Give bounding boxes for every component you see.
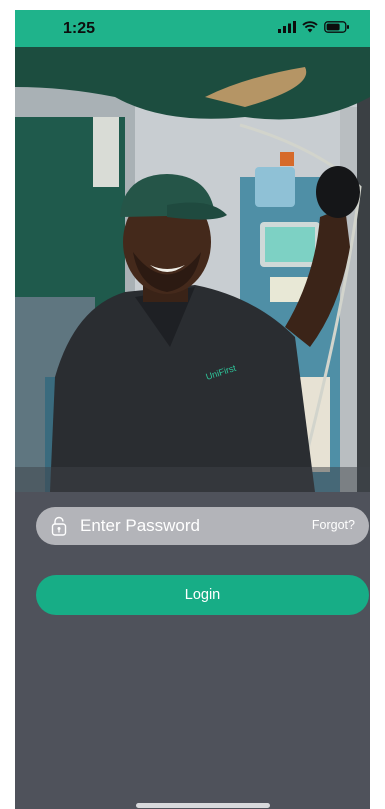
status-bar: 1:25 xyxy=(15,10,370,47)
home-indicator[interactable] xyxy=(136,803,270,808)
status-time: 1:25 xyxy=(63,20,96,37)
hero-image: UniFirst xyxy=(15,47,370,492)
status-icons xyxy=(278,21,350,33)
wifi-icon xyxy=(302,21,318,33)
forgot-password-link[interactable]: Forgot? xyxy=(312,518,355,532)
password-field[interactable]: Forgot? xyxy=(36,507,369,545)
worker-photo: UniFirst xyxy=(15,47,370,492)
signal-icon xyxy=(278,21,296,33)
phone-screen: 1:25 UniFirst Forgot? Login xyxy=(15,10,370,809)
lock-icon xyxy=(51,516,67,536)
login-button[interactable]: Login xyxy=(36,575,369,615)
password-input[interactable] xyxy=(80,513,290,539)
battery-icon xyxy=(324,21,349,33)
